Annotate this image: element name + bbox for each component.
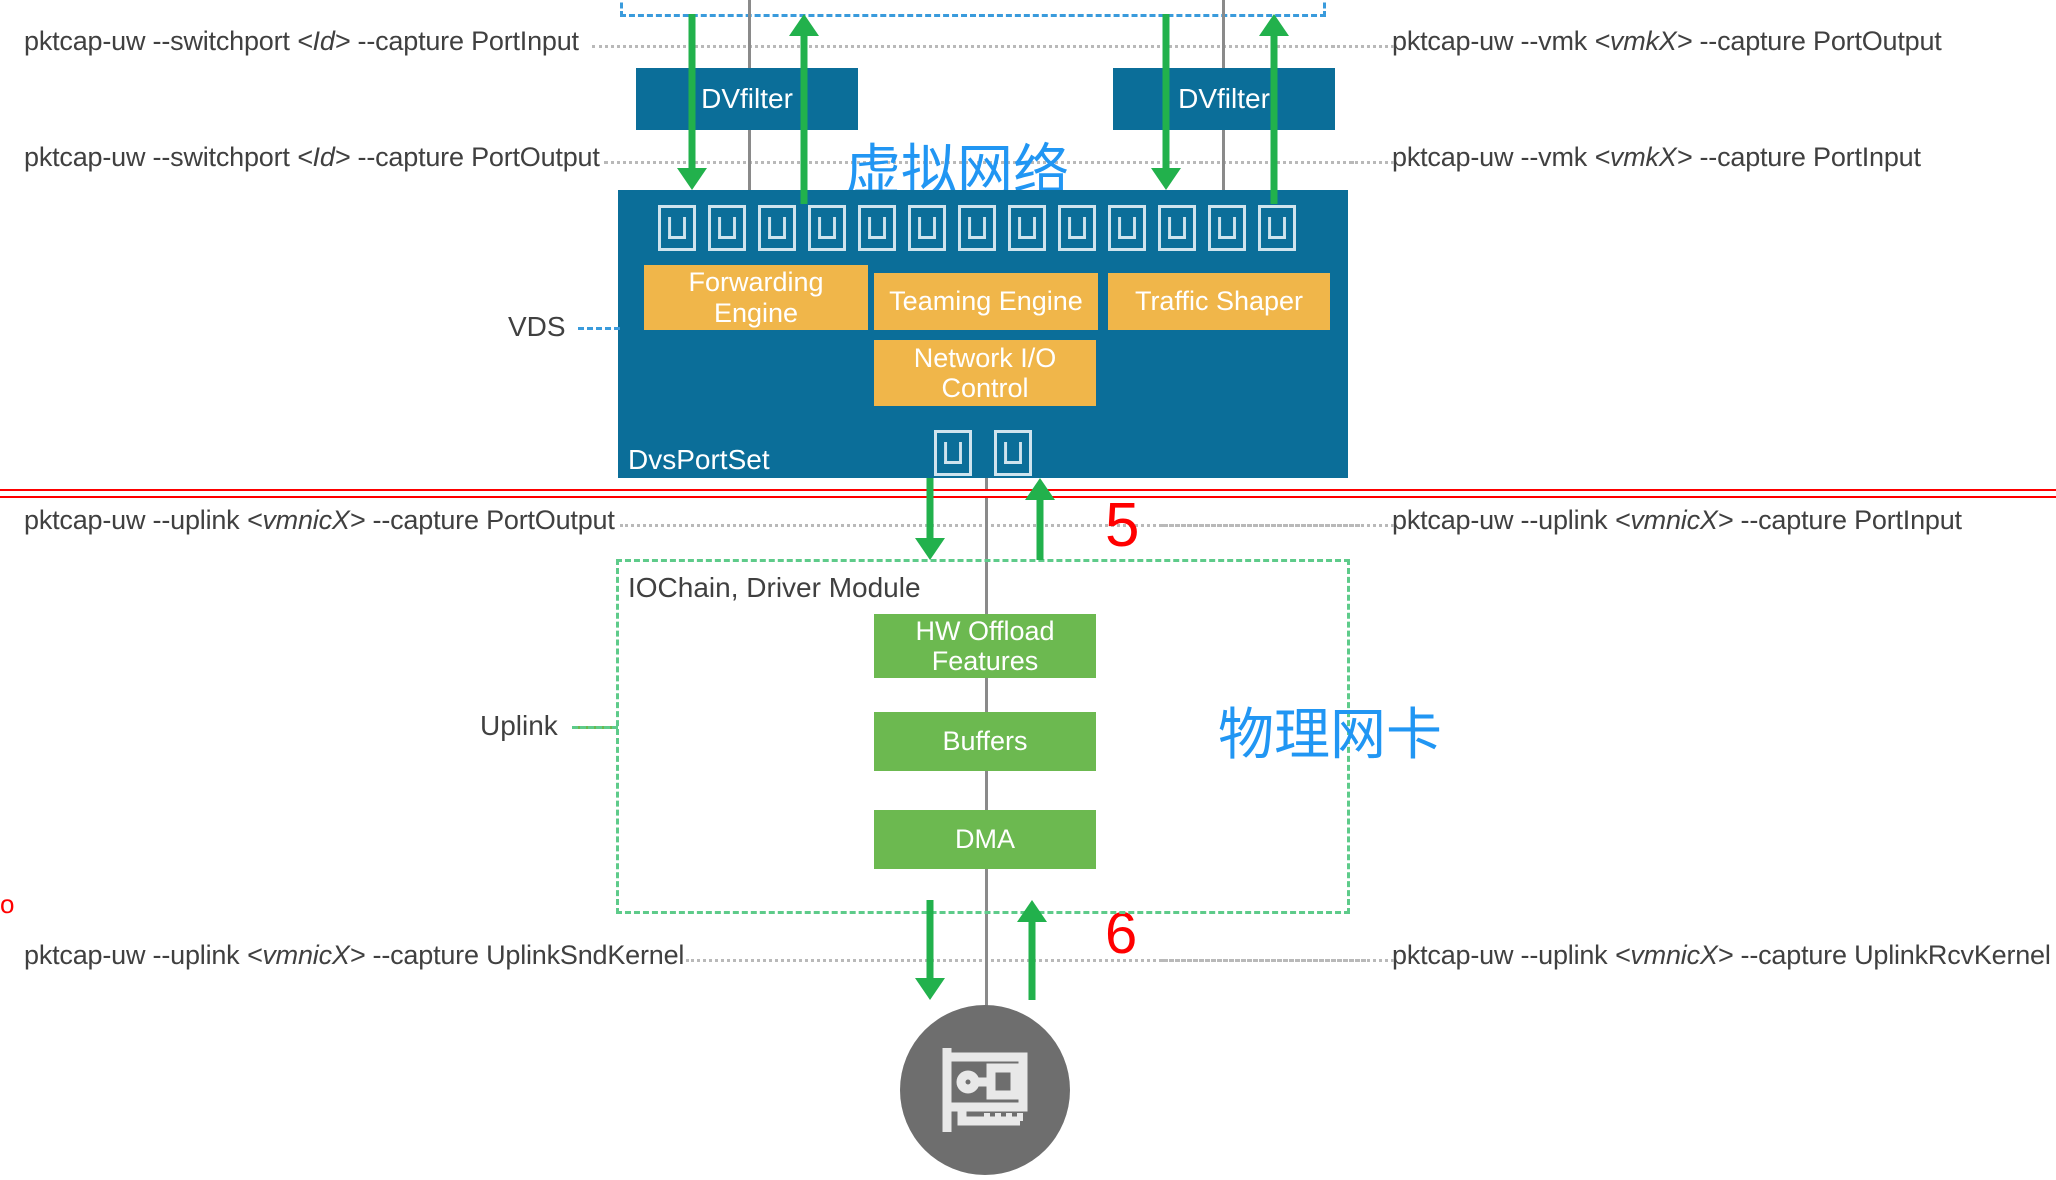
uplink-leader-line — [572, 726, 618, 729]
vds-label: VDS — [508, 311, 566, 342]
module-dma: DMA — [874, 810, 1096, 869]
vds-uplink-port — [934, 430, 972, 476]
module-teaming-engine: Teaming Engine — [874, 273, 1098, 330]
vds-port — [1208, 205, 1246, 251]
leader-line — [1162, 524, 1394, 527]
dvfilter-right-label: DVfilter — [1178, 83, 1270, 115]
vds-port — [808, 205, 846, 251]
command-uplink-portoutput: pktcap-uw --uplink <vmnicX> --capture Po… — [24, 505, 615, 535]
diagram-canvas: pktcap-uw --switchport <Id> --capture Po… — [0, 0, 2056, 1175]
leader-line — [1162, 959, 1394, 962]
vds-port — [958, 205, 996, 251]
vds-port — [1108, 205, 1146, 251]
command-switchport-portinput: pktcap-uw --switchport <Id> --capture Po… — [24, 26, 579, 56]
vds-port — [1158, 205, 1196, 251]
vds-port — [708, 205, 746, 251]
vds-port — [758, 205, 796, 251]
module-hw-offload-features: HW Offload Features — [874, 614, 1096, 678]
command-uplink-uplinksndkernel: pktcap-uw --uplink <vmnicX> --capture Up… — [24, 940, 685, 970]
command-switchport-portoutput: pktcap-uw --switchport <Id> --capture Po… — [24, 142, 600, 172]
leader-line — [592, 45, 1352, 48]
vds-port — [658, 205, 696, 251]
module-buffers: Buffers — [874, 712, 1096, 771]
module-traffic-shaper: Traffic Shaper — [1108, 273, 1330, 330]
leader-line — [1332, 45, 1394, 48]
dvfilter-right-box: DVfilter — [1113, 68, 1335, 130]
command-uplink-portinput: pktcap-uw --uplink <vmnicX> --capture Po… — [1392, 505, 1962, 535]
dvfilter-left-box: DVfilter — [636, 68, 858, 130]
command-vmk-portoutput: pktcap-uw --vmk <vmkX> --capture PortOut… — [1392, 26, 1942, 56]
command-vmk-portinput: pktcap-uw --vmk <vmkX> --capture PortInp… — [1392, 142, 1921, 172]
command-uplink-uplinkrcvkernel: pktcap-uw --uplink <vmnicX> --capture Up… — [1392, 940, 2051, 970]
vds-port — [908, 205, 946, 251]
module-network-io-control: Network I/O Control — [874, 340, 1096, 406]
iochain-label: IOChain, Driver Module — [628, 572, 921, 603]
dvsportset-label: DvsPortSet — [628, 444, 770, 475]
vds-port — [858, 205, 896, 251]
dvfilter-left-label: DVfilter — [701, 83, 793, 115]
red-edge-artifact: o — [0, 889, 15, 919]
vds-leader-line — [578, 327, 620, 330]
vds-port — [1058, 205, 1096, 251]
red-marker-5: 5 — [1105, 491, 1140, 560]
vds-uplink-port — [994, 430, 1032, 476]
leader-line — [1200, 161, 1394, 164]
uplink-label: Uplink — [480, 710, 558, 741]
vds-port — [1008, 205, 1046, 251]
vds-port — [1258, 205, 1296, 251]
annotation-physical-nic: 物理网卡 — [1218, 703, 1442, 768]
module-forwarding-engine: Forwarding Engine — [644, 265, 868, 330]
vm-boundary-dashed-rect — [620, 0, 1326, 17]
